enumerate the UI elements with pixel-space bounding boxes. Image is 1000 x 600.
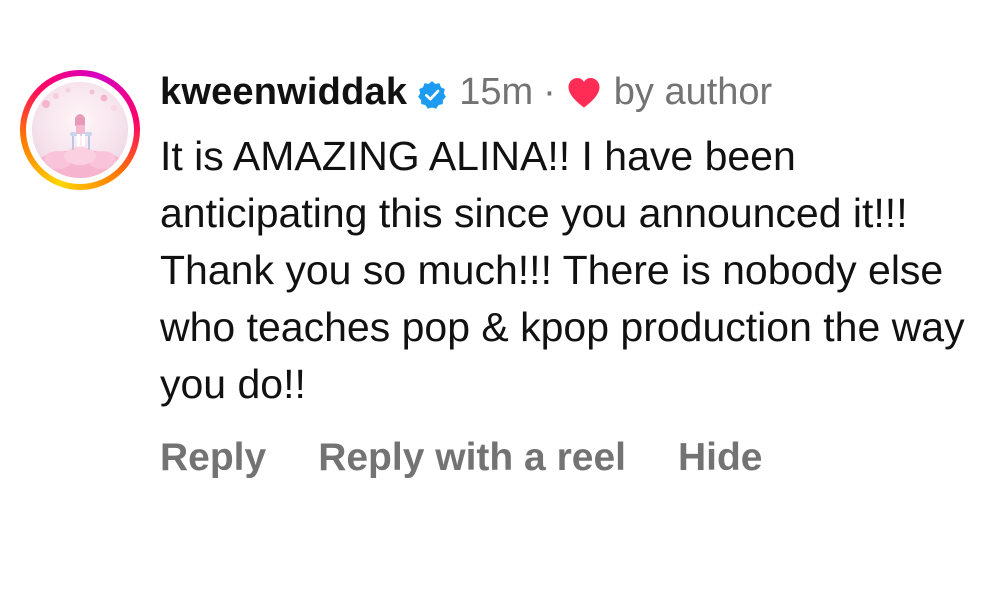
username-link[interactable]: kweenwiddak (160, 71, 407, 114)
avatar[interactable] (32, 82, 128, 178)
avatar-story-ring[interactable] (20, 70, 140, 190)
heart-icon (566, 76, 602, 109)
verified-badge-icon (417, 77, 447, 109)
comment-header: kweenwiddak 15m · by author (160, 66, 772, 118)
reply-button[interactable]: Reply (160, 436, 266, 480)
meta-separator: · (543, 70, 556, 113)
reply-with-reel-button[interactable]: Reply with a reel (318, 436, 626, 480)
comment-text: It is AMAZING ALINA!! I have been antici… (160, 133, 965, 407)
comment-actions: Reply Reply with a reel Hide (160, 430, 763, 486)
comment-timestamp: 15m (459, 70, 534, 113)
comment: kweenwiddak 15m · by author It is AMAZIN… (0, 0, 1000, 600)
avatar-picture (32, 82, 128, 178)
hide-button[interactable]: Hide (678, 436, 763, 480)
liked-by-author-label: by author (613, 70, 773, 113)
